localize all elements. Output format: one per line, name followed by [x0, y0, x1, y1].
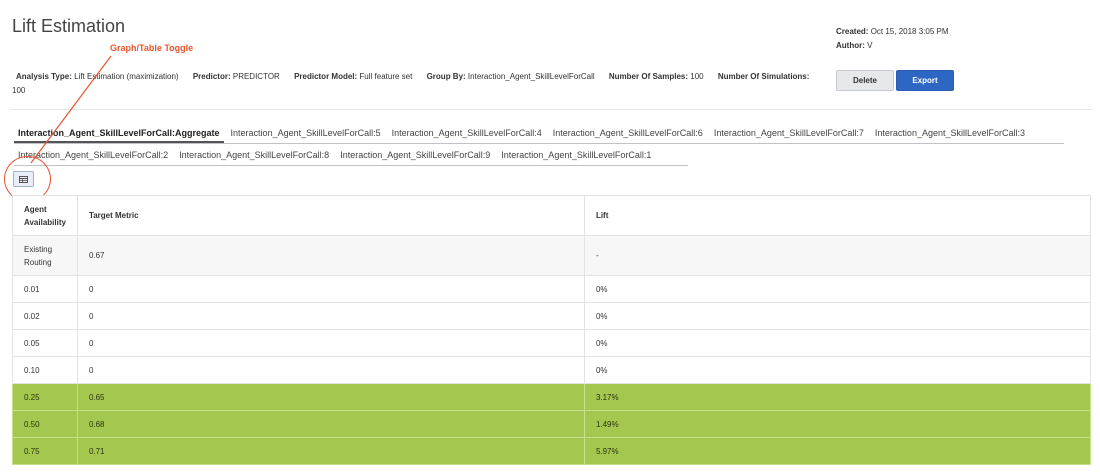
graph-table-toggle[interactable] — [13, 171, 34, 187]
cell-target: 0 — [76, 329, 585, 357]
cell-target: 0.68 — [76, 410, 585, 438]
cell-availability: 0.05 — [12, 329, 78, 357]
cell-availability: 0.75 — [12, 437, 78, 465]
delete-button[interactable]: Delete — [836, 70, 894, 91]
cell-availability: 0.50 — [12, 410, 78, 438]
group-by-label: Group By: — [426, 72, 466, 81]
predictor-model-label: Predictor Model: — [294, 72, 358, 81]
cell-lift: 0% — [583, 302, 1092, 330]
cell-lift: 0% — [583, 329, 1092, 357]
tab-skill-level-1[interactable]: Interaction_Agent_SkillLevelForCall:1 — [497, 148, 655, 165]
author-label: Author: — [836, 41, 865, 50]
tab-skill-level-9[interactable]: Interaction_Agent_SkillLevelForCall:9 — [336, 148, 494, 165]
column-target-metric: Target Metric — [76, 195, 585, 236]
cell-availability: Existing Routing — [12, 235, 78, 276]
group-by-value: Interaction_Agent_SkillLevelForCall — [467, 72, 595, 81]
tab-aggregate[interactable]: Interaction_Agent_SkillLevelForCall:Aggr… — [14, 126, 224, 143]
author-row: Author: V — [836, 39, 949, 53]
export-button[interactable]: Export — [896, 70, 954, 91]
table-row: 0.01 0 0% — [12, 275, 1092, 303]
cell-target: 0.67 — [76, 235, 585, 276]
cell-lift: 5.97% — [583, 437, 1092, 465]
cell-lift: 0% — [583, 275, 1092, 303]
cell-availability: 0.02 — [12, 302, 78, 330]
predictor-label: Predictor: — [192, 72, 231, 81]
cell-availability: 0.25 — [12, 383, 78, 411]
created-label: Created: — [836, 27, 869, 36]
header-divider — [10, 109, 1092, 110]
analysis-type-label: Analysis Type: — [16, 72, 72, 81]
simulations-label: Number Of Simulations: — [717, 72, 810, 81]
table-row: 0.50 0.68 1.49% — [12, 410, 1092, 438]
analysis-meta: Created: Oct 15, 2018 3:05 PM Author: V — [836, 25, 949, 53]
table-row: 0.05 0 0% — [12, 329, 1092, 357]
table-row: 0.25 0.65 3.17% — [12, 383, 1092, 411]
cell-lift: 1.49% — [583, 410, 1092, 438]
table-header-row: Agent Availability Target Metric Lift — [12, 195, 1092, 236]
predictor-model-value: Full feature set — [359, 72, 413, 81]
tab-skill-level-6[interactable]: Interaction_Agent_SkillLevelForCall:6 — [549, 126, 707, 143]
page-title: Lift Estimation — [12, 16, 126, 36]
cell-target: 0.65 — [76, 383, 585, 411]
created-row: Created: Oct 15, 2018 3:05 PM — [836, 25, 949, 39]
created-value: Oct 15, 2018 3:05 PM — [870, 27, 949, 36]
cell-lift: 3.17% — [583, 383, 1092, 411]
samples-label: Number Of Samples: — [608, 72, 689, 81]
cell-target: 0 — [76, 302, 585, 330]
table-row: 0.75 0.71 5.97% — [12, 437, 1092, 465]
group-by: Group By: Interaction_Agent_SkillLevelFo… — [427, 72, 597, 81]
tab-skill-level-8[interactable]: Interaction_Agent_SkillLevelForCall:8 — [175, 148, 333, 165]
table-row: 0.10 0 0% — [12, 356, 1092, 384]
toggle-callout-label: Graph/Table Toggle — [110, 43, 194, 53]
tab-skill-level-4[interactable]: Interaction_Agent_SkillLevelForCall:4 — [388, 126, 546, 143]
lift-estimation-page: Lift Estimation Created: Oct 15, 2018 3:… — [0, 0, 1100, 474]
predictor: Predictor: PREDICTOR — [193, 72, 282, 81]
cell-target: 0 — [76, 356, 585, 384]
analysis-type: Analysis Type: Lift Estimation (maximiza… — [16, 72, 181, 81]
cell-lift: 0% — [583, 356, 1092, 384]
predictor-model: Predictor Model: Full feature set — [294, 72, 415, 81]
tab-skill-level-7[interactable]: Interaction_Agent_SkillLevelForCall:7 — [710, 126, 868, 143]
cell-target: 0.71 — [76, 437, 585, 465]
cell-availability: 0.01 — [12, 275, 78, 303]
samples-value: 100 — [690, 72, 704, 81]
tab-skill-level-5[interactable]: Interaction_Agent_SkillLevelForCall:5 — [227, 126, 385, 143]
cell-lift: - — [583, 235, 1092, 276]
column-agent-availability: Agent Availability — [12, 195, 78, 236]
simulations-value: 100 — [12, 86, 26, 95]
predictor-value: PREDICTOR — [232, 72, 280, 81]
column-lift: Lift — [583, 195, 1092, 236]
table-icon — [19, 175, 28, 183]
cell-target: 0 — [76, 275, 585, 303]
lift-table: Agent Availability Target Metric Lift Ex… — [12, 195, 1092, 465]
number-of-samples: Number Of Samples: 100 — [609, 72, 706, 81]
tab-skill-level-3[interactable]: Interaction_Agent_SkillLevelForCall:3 — [871, 126, 1029, 143]
group-tabs-row-1: Interaction_Agent_SkillLevelForCall:Aggr… — [14, 126, 1064, 144]
number-of-simulations: Number Of Simulations: — [718, 72, 810, 81]
analysis-info-bar: Analysis Type: Lift Estimation (maximiza… — [12, 72, 816, 95]
tab-skill-level-2[interactable]: Interaction_Agent_SkillLevelForCall:2 — [14, 148, 172, 165]
group-tabs-row-2: Interaction_Agent_SkillLevelForCall:2 In… — [14, 148, 688, 166]
table-row: Existing Routing 0.67 - — [12, 235, 1092, 276]
cell-availability: 0.10 — [12, 356, 78, 384]
analysis-type-value: Lift Estimation (maximization) — [74, 72, 179, 81]
author-value: V — [867, 41, 873, 50]
table-row: 0.02 0 0% — [12, 302, 1092, 330]
